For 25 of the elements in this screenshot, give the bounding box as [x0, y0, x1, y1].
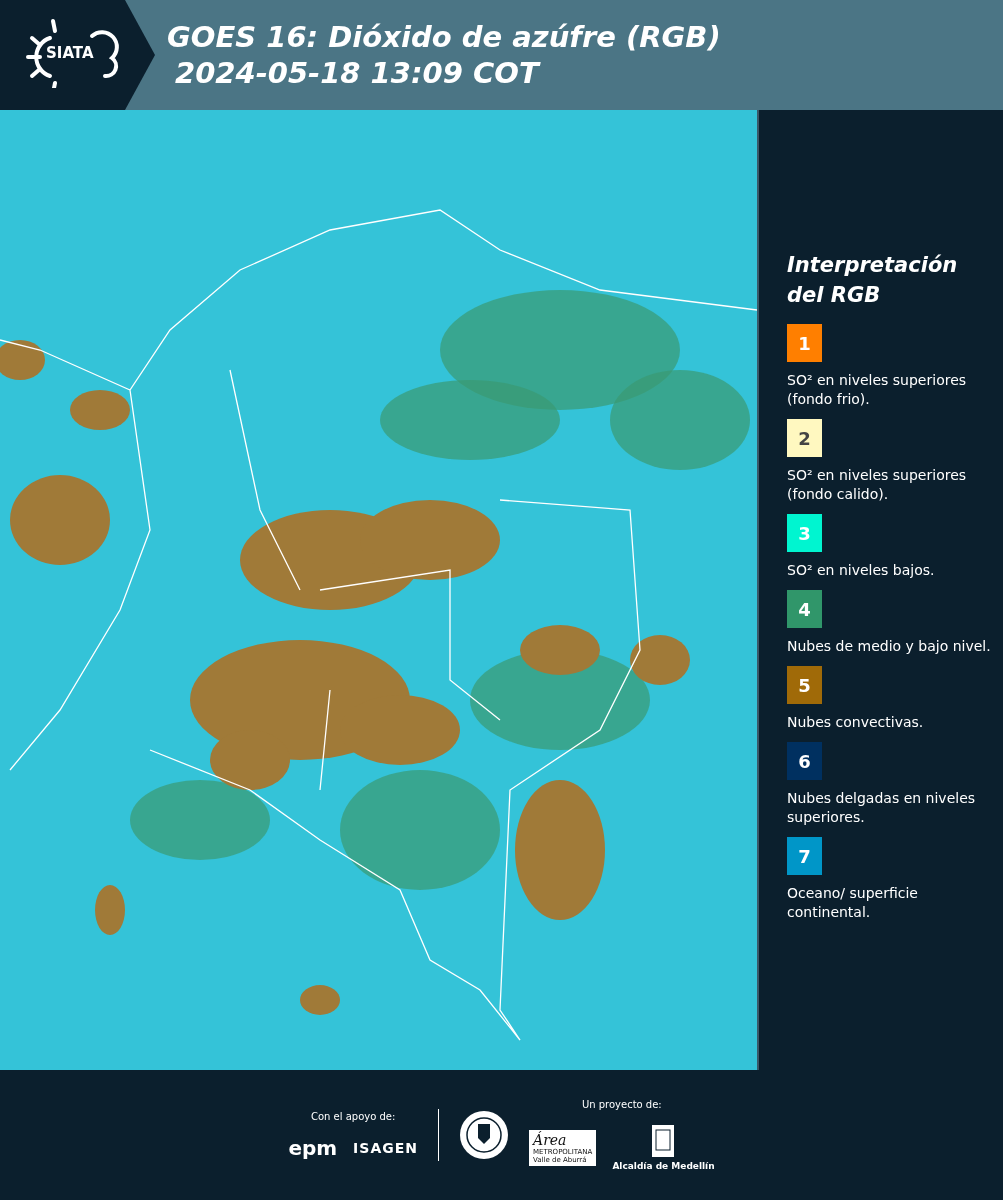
legend-swatch: 5	[787, 666, 822, 704]
page-title: 2024-05-18 13:09 COT	[174, 55, 542, 91]
coat-of-arms-icon	[651, 1124, 676, 1158]
seal-emblem-icon	[459, 1110, 509, 1160]
legend-text: SO² en niveles bajos.	[787, 561, 936, 580]
legend-swatch: 1	[787, 324, 822, 362]
project-label: Un proyecto de:	[581, 1099, 662, 1110]
support-label: Con el apoyo de:	[311, 1110, 396, 1122]
legend-swatch: 3	[787, 514, 822, 552]
legend-swatch: 4	[787, 590, 822, 628]
legend-text: Nubes de medio y bajo nivel.	[787, 637, 992, 656]
legend-swatch: 2	[787, 419, 822, 457]
legend-text: SO² en niveles superiores (fondo frio).	[787, 371, 968, 409]
logo-text: SIATA	[46, 44, 94, 62]
page-title: GOES 16: Dióxido de azúfre (RGB)	[167, 19, 721, 55]
legend-text: SO² en niveles superiores (fondo calido).	[787, 466, 968, 504]
sponsor-logo: ISAGEN	[353, 1139, 418, 1156]
legend-swatch: 6	[787, 742, 822, 780]
legend-text: Nubes delgadas en niveles superiores.	[787, 789, 977, 827]
sponsor-logo: epm	[288, 1135, 338, 1160]
legend-text: Nubes convectivas.	[787, 713, 925, 732]
legend-title: Interpretación del RGB	[787, 252, 959, 309]
legend-swatch: 7	[787, 837, 822, 875]
legend-text: Oceano/ superficie continental.	[787, 884, 919, 922]
alcaldia-logo-text: Alcaldía de Medellín	[612, 1161, 715, 1171]
